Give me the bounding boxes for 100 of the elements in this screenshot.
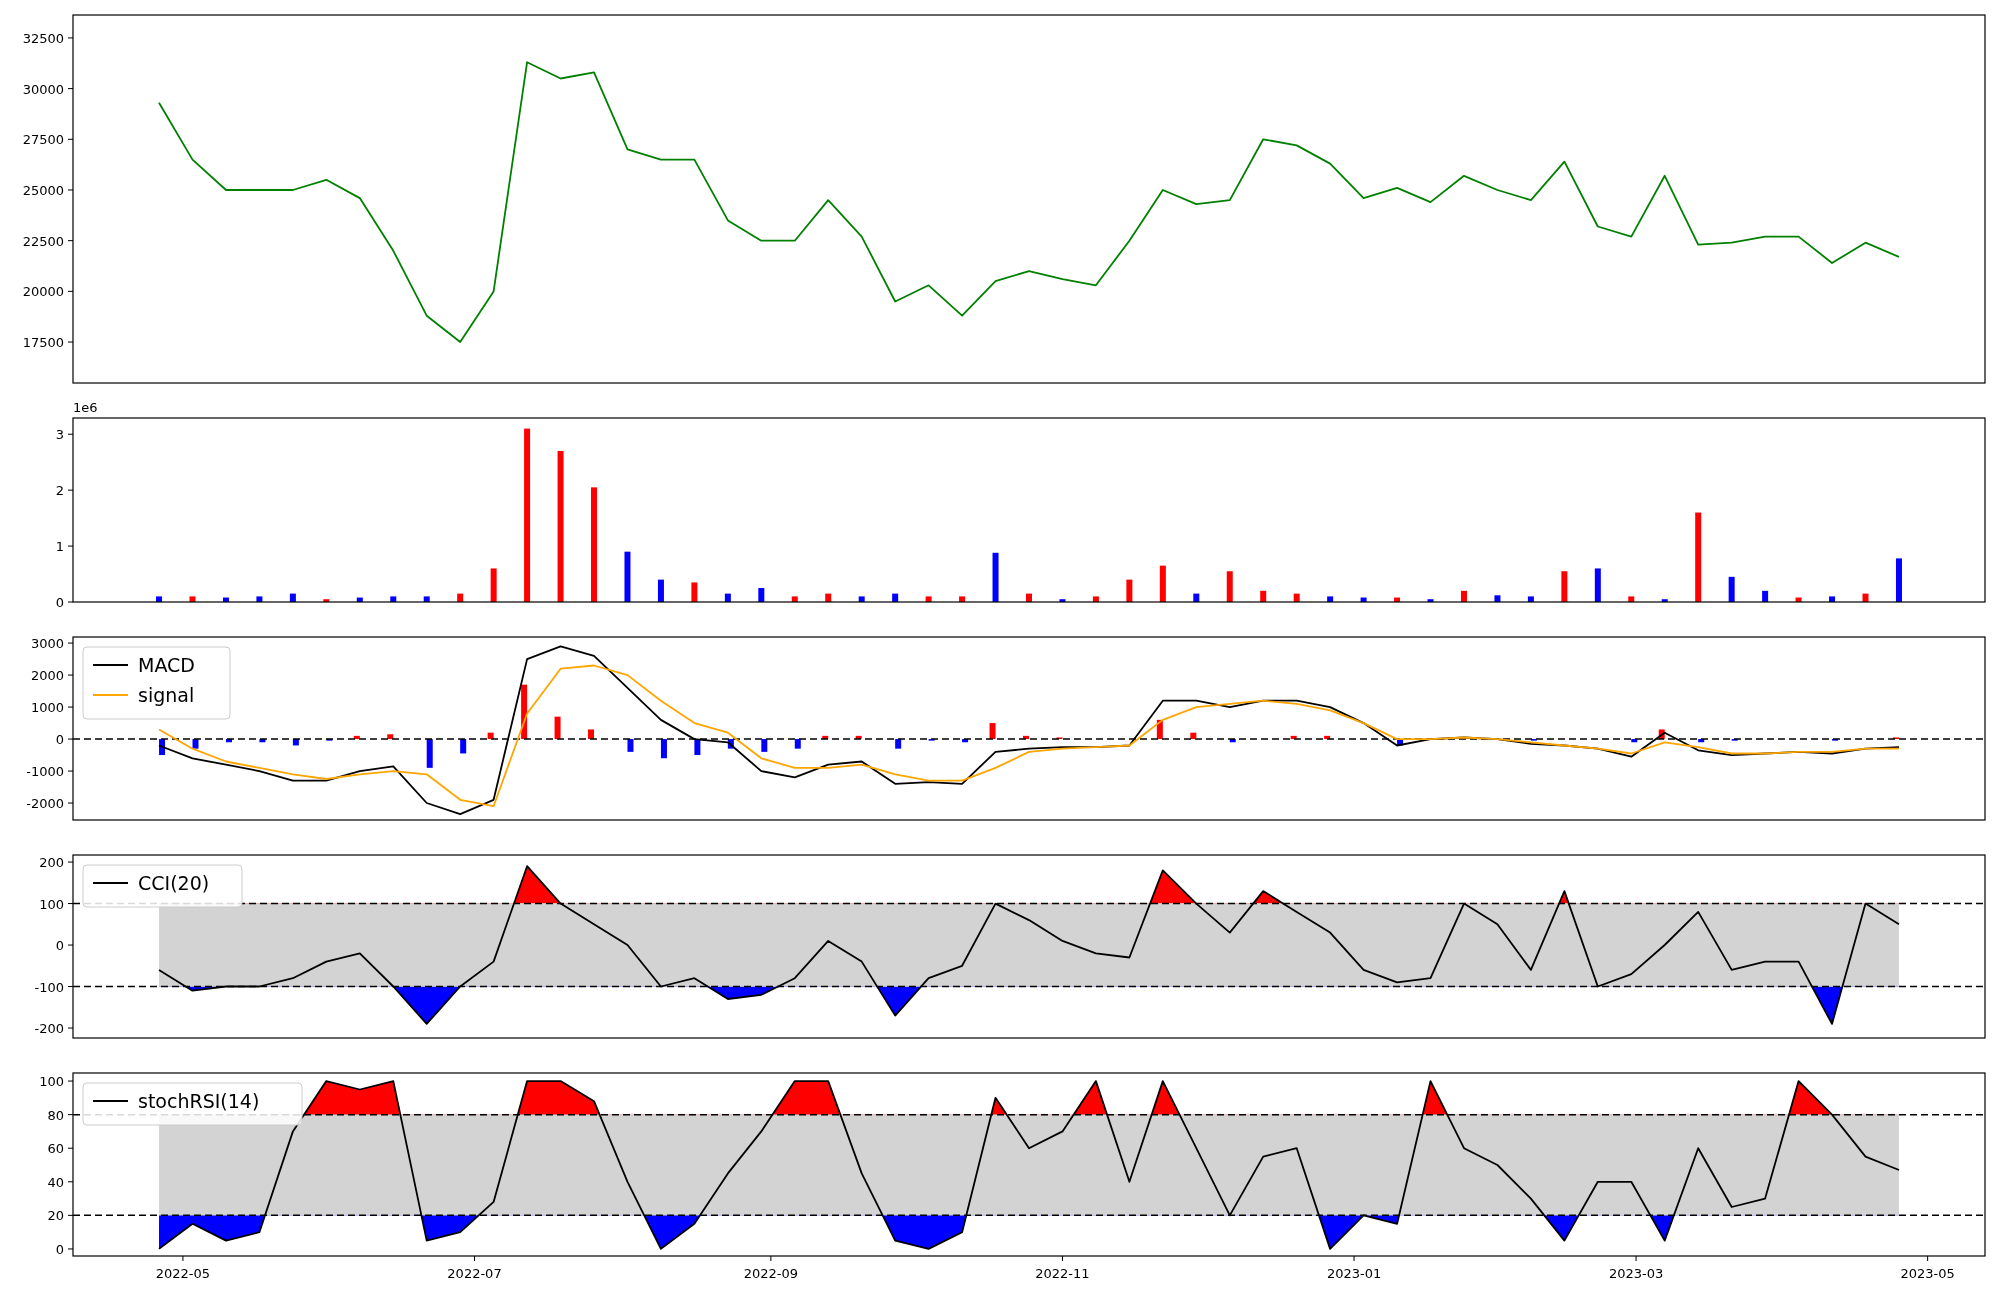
- histogram-bar: [1698, 739, 1705, 743]
- histogram-bar: [660, 739, 667, 759]
- histogram-bar: [1056, 737, 1063, 740]
- volume-bar: [1594, 568, 1601, 602]
- volume-bar: [356, 597, 363, 602]
- histogram-bar: [554, 716, 561, 740]
- axis-tick-label: 200: [39, 855, 64, 871]
- legend-line-icon: [92, 882, 129, 884]
- axis-tick-label: 1: [55, 539, 64, 555]
- axis-scale-label: 1e6: [73, 400, 98, 415]
- histogram-bar: [1156, 719, 1163, 740]
- legend-label: CCI(20): [138, 872, 210, 894]
- volume-bar: [289, 593, 296, 602]
- axis-tick-label: 80: [47, 1107, 64, 1123]
- axis-tick-label: 2022-11: [1035, 1266, 1090, 1281]
- axis-tick-label: 2: [55, 483, 64, 499]
- legend-label: MACD: [138, 654, 195, 676]
- axis-tick-label: 2023-05: [1900, 1266, 1955, 1281]
- volume-bar: [858, 596, 865, 602]
- volume-bar: [1762, 590, 1769, 602]
- volume-bar: [1728, 576, 1735, 602]
- volume-bar: [390, 596, 397, 602]
- histogram-bar: [588, 729, 594, 740]
- volume-bar: [1026, 593, 1032, 602]
- histogram-bar: [1023, 735, 1029, 740]
- volume-bar: [992, 552, 999, 602]
- histogram-bar: [855, 735, 862, 740]
- volume-bar: [1126, 579, 1133, 602]
- axis-tick-label: 3: [55, 427, 64, 443]
- volume-bar: [1795, 597, 1802, 602]
- volume-bar: [724, 593, 731, 602]
- histogram-bar: [387, 734, 394, 740]
- volume-bar: [624, 551, 631, 602]
- histogram-bar: [1892, 737, 1899, 740]
- volume-bar: [1527, 596, 1534, 602]
- volume-bar: [490, 568, 497, 602]
- histogram-bar: [1631, 739, 1638, 743]
- axis-tick-label: 17500: [22, 335, 64, 351]
- axis-tick-label: 40: [47, 1174, 64, 1190]
- histogram-bar: [225, 739, 232, 743]
- histogram-bar: [1324, 735, 1331, 740]
- histogram-bar: [962, 739, 969, 743]
- axis-tick-label: -1000: [26, 764, 64, 780]
- axis-tick-label: 25000: [22, 183, 64, 198]
- axis-tick-label: 0: [55, 938, 64, 954]
- volume-bar: [959, 596, 966, 602]
- axis-tick-label: 27500: [22, 132, 64, 148]
- axis-tick-label: 2022-05: [155, 1266, 211, 1281]
- axis-tick-label: 2022-07: [447, 1266, 502, 1281]
- axis-tick-label: -2000: [26, 796, 64, 812]
- volume-bar: [1394, 597, 1401, 602]
- volume-bar: [1193, 593, 1200, 602]
- axis-tick-label: 3000: [30, 636, 64, 652]
- volume-bar: [457, 593, 464, 602]
- volume-bar: [791, 596, 798, 602]
- axis-tick-label: 20000: [22, 284, 64, 300]
- histogram-bar: [627, 739, 634, 752]
- axis-tick-label: 2022-09: [743, 1266, 799, 1281]
- volume-bar: [256, 596, 263, 602]
- histogram-bar: [159, 739, 166, 756]
- axis-tick-label: 2023-03: [1608, 1266, 1664, 1281]
- volume-bar: [1360, 597, 1367, 602]
- axis-tick-label: 100: [39, 1074, 64, 1090]
- volume-bar: [892, 593, 899, 602]
- volume-bar: [1427, 599, 1434, 602]
- axis-tick-label: -100: [34, 979, 64, 995]
- axis-tick-label: -200: [34, 1021, 64, 1037]
- histogram-bar: [1190, 732, 1197, 740]
- volume-bar: [1159, 565, 1166, 602]
- volume-bar: [1628, 596, 1635, 602]
- volume-bar: [758, 588, 765, 602]
- volume-bar: [691, 582, 698, 602]
- histogram-bar: [1397, 739, 1404, 746]
- histogram-bar: [694, 739, 701, 756]
- volume-bar: [189, 596, 196, 602]
- axis-tick-label: 0: [55, 1241, 64, 1257]
- histogram-bar: [192, 739, 199, 749]
- volume-bar: [1260, 590, 1267, 602]
- axis-tick-label: 60: [47, 1141, 64, 1157]
- axis-tick-label: 20: [47, 1208, 64, 1224]
- axis-tick-label: 100: [39, 896, 64, 912]
- histogram-bar: [426, 739, 433, 768]
- histogram-bar: [794, 739, 801, 749]
- histogram-bar: [353, 735, 360, 740]
- histogram-bar: [259, 739, 266, 743]
- volume-bar: [1092, 596, 1099, 602]
- axis-tick-label: 2000: [30, 668, 64, 684]
- histogram-bar: [727, 739, 734, 749]
- histogram-bar: [1229, 739, 1236, 743]
- volume-bar: [1327, 596, 1334, 602]
- volume-bar: [1293, 593, 1300, 602]
- histogram-bar: [1658, 729, 1665, 740]
- legend-label: signal: [138, 684, 195, 706]
- axis-tick-label: 32500: [22, 30, 64, 46]
- axis-tick-label: 0: [55, 595, 64, 610]
- volume-bar: [1226, 571, 1233, 602]
- histogram-bar: [822, 735, 829, 740]
- legend-line-icon: [92, 1100, 129, 1102]
- volume-bar: [423, 596, 430, 602]
- volume-bar: [222, 597, 229, 602]
